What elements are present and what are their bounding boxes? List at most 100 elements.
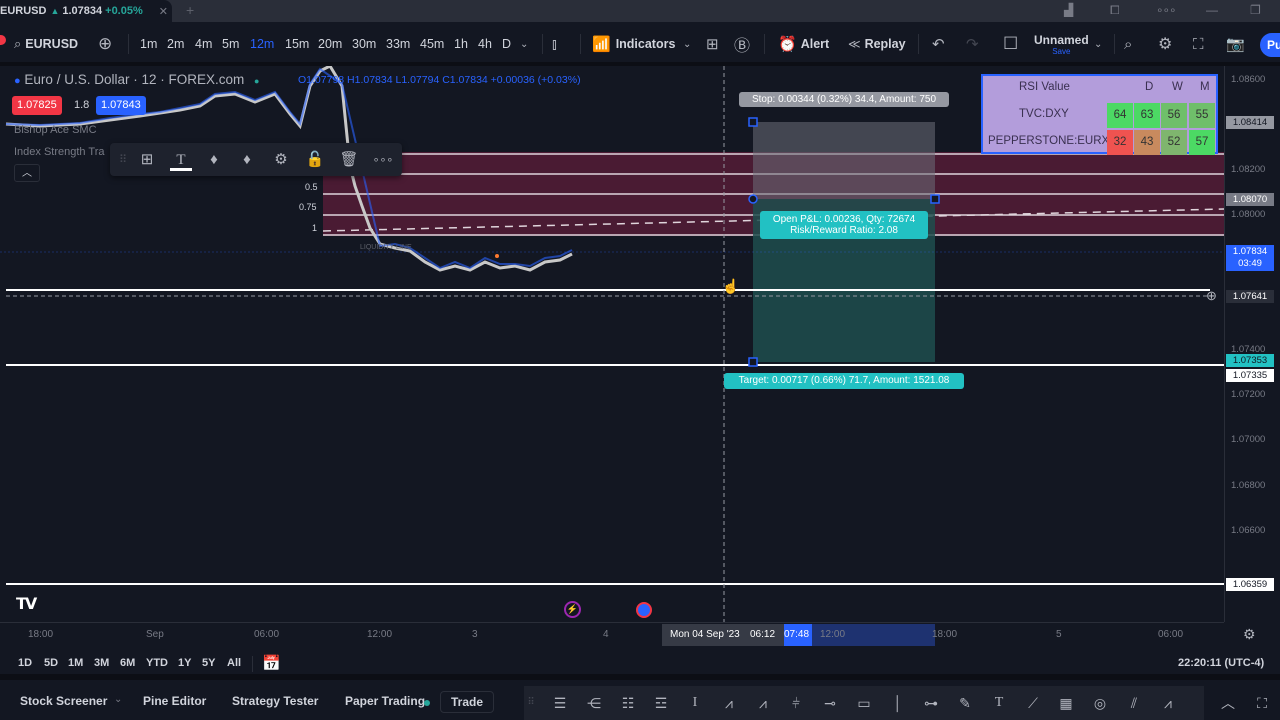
timeframe-4m[interactable]: 4m	[195, 22, 212, 66]
candles-chart-type-icon[interactable]: ⫾	[552, 22, 557, 66]
snapshot-camera-icon[interactable]: 📷	[1226, 22, 1245, 66]
text-color-icon[interactable]: T	[170, 149, 192, 171]
settings-gear-icon[interactable]: ⚙	[1158, 22, 1172, 66]
range-YTD[interactable]: YTD	[146, 657, 168, 669]
screen-share-icon[interactable]: ⧠	[1110, 3, 1120, 18]
axis-settings-icon[interactable]: ⚙	[1243, 626, 1256, 643]
parallel-channel-icon[interactable]: ⫽	[1122, 693, 1146, 713]
fib-speed-icon[interactable]: I	[683, 693, 707, 713]
price-axis[interactable]: 1.08600 1.08414 1.08200 1.08070 1.08000 …	[1224, 66, 1280, 622]
circle-icon[interactable]: ◎	[1088, 693, 1112, 713]
tab-pine-editor[interactable]: Pine Editor	[143, 694, 206, 708]
timeframe-33m[interactable]: 33m	[386, 22, 410, 66]
range-5D[interactable]: 5D	[44, 657, 58, 669]
fib-time-zone-icon[interactable]: ☲	[649, 693, 673, 713]
time-axis[interactable]: 18:00 Sep 06:00 12:00 3 4 Mon 04 Sep '23…	[0, 622, 1280, 648]
path-icon[interactable]: ⩘	[1156, 693, 1180, 713]
fill-color-icon[interactable]: ♦	[203, 149, 225, 171]
replay-button[interactable]: ≪ Replay	[848, 22, 906, 66]
lightning-event-icon[interactable]: ⚡	[564, 601, 581, 618]
indicator-label-bishop[interactable]: Bishop Ace SMC	[14, 124, 97, 136]
timeframe-15m[interactable]: 15m	[285, 22, 309, 66]
tab-paper-trading[interactable]: Paper Trading	[345, 694, 425, 708]
symbol-search-button[interactable]: ⌕ EURUSD	[14, 22, 78, 66]
quick-search-icon[interactable]: ⌕	[1124, 22, 1132, 66]
buy-price-button[interactable]: 1.07843	[96, 96, 146, 115]
trend-based-fib-icon[interactable]: ⋲	[582, 693, 606, 713]
horizontal-ray-icon[interactable]: ⊸	[818, 693, 842, 713]
range-6M[interactable]: 6M	[120, 657, 135, 669]
minimize-icon[interactable]: —	[1206, 3, 1218, 17]
range-1D[interactable]: 1D	[18, 657, 32, 669]
layout-save-link[interactable]: Save	[1034, 47, 1089, 56]
background-color-icon[interactable]: ♦	[236, 149, 258, 171]
restore-icon[interactable]: ❐	[1250, 3, 1261, 17]
badge-b-icon[interactable]: Ⓑ	[734, 22, 750, 66]
drag-handle-icon[interactable]: ⠿	[112, 149, 134, 171]
layout-name-button[interactable]: Unnamed Save	[1034, 33, 1089, 56]
tradingview-logo-icon[interactable]: 𝗧𝗩	[16, 594, 37, 614]
more-options-icon[interactable]: ∘∘∘	[372, 149, 394, 171]
symbol-legend[interactable]: ● Euro / U.S. Dollar · 12 · FOREX.com ●	[14, 72, 259, 87]
abcd-pattern-icon[interactable]: ⩘	[717, 693, 741, 713]
timeframe-30m[interactable]: 30m	[352, 22, 376, 66]
layout-icon[interactable]: ☐	[1003, 22, 1018, 66]
alert-button[interactable]: ⏰ Alert	[778, 22, 829, 66]
fib-channel-icon[interactable]: ☷	[616, 693, 640, 713]
text-icon[interactable]: T	[987, 693, 1011, 713]
undo-icon[interactable]: ↶	[932, 22, 945, 66]
redo-icon[interactable]: ↷	[966, 22, 979, 66]
fib-retracement-icon[interactable]: ☰	[548, 693, 572, 713]
more-icon[interactable]: ∘∘∘	[1156, 3, 1177, 17]
economic-event-icon[interactable]	[636, 602, 652, 618]
unlock-icon[interactable]: 🔓	[304, 149, 326, 171]
trash-icon[interactable]: 🗑	[338, 149, 360, 171]
candles-pattern-icon[interactable]: ⫩	[784, 693, 808, 713]
stock-screener-dropdown-icon[interactable]: ⌄	[114, 694, 122, 705]
timeframe-1m[interactable]: 1m	[140, 22, 157, 66]
go-to-date-calendar-icon[interactable]: 📅	[262, 654, 281, 672]
tab-strategy-tester[interactable]: Strategy Tester	[232, 694, 318, 708]
clock-timezone[interactable]: 22:20:11 (UTC-4)	[1178, 657, 1264, 669]
timeframe-D[interactable]: D	[502, 22, 511, 66]
indicator-label-index-strength[interactable]: Index Strength Tra	[14, 146, 105, 158]
timeframe-12m[interactable]: 12m	[250, 22, 274, 66]
gann-box-icon[interactable]: ▦	[1054, 693, 1078, 713]
timeframe-5m[interactable]: 5m	[222, 22, 239, 66]
drag-handle-icon[interactable]: ⠿	[526, 693, 536, 713]
range-1Y[interactable]: 1Y	[178, 657, 191, 669]
tab-stock-screener[interactable]: Stock Screener	[20, 694, 107, 708]
new-tab-icon[interactable]: +	[186, 2, 194, 18]
close-tab-icon[interactable]: ✕	[159, 5, 168, 18]
range-3M[interactable]: 3M	[94, 657, 109, 669]
range-1M[interactable]: 1M	[68, 657, 83, 669]
indicators-button[interactable]: 📶 Indicators	[592, 22, 675, 66]
chart-layout-icon[interactable]: ▟	[1064, 3, 1073, 17]
rectangle-icon[interactable]: ▭	[852, 693, 876, 713]
layout-dropdown-icon[interactable]: ⌄	[1094, 22, 1102, 66]
fullscreen-icon[interactable]: ⛶	[1193, 22, 1204, 66]
symbol-tab[interactable]: EURUSD ▲ 1.07834 +0.05% ✕	[0, 0, 172, 22]
settings-icon[interactable]: ⚙	[270, 149, 292, 171]
timeframe-45m[interactable]: 45m	[420, 22, 444, 66]
tab-trade[interactable]: Trade	[440, 691, 495, 713]
compare-add-icon[interactable]: ⊕	[98, 22, 112, 66]
range-All[interactable]: All	[227, 657, 241, 669]
templates-icon[interactable]: ⊞	[136, 149, 158, 171]
trend-line-icon[interactable]: ⟋	[1021, 693, 1045, 713]
xabcd-pattern-icon[interactable]: ⩘	[751, 693, 775, 713]
cross-line-icon[interactable]: ⊶	[919, 693, 943, 713]
timeframe-4h[interactable]: 4h	[478, 22, 492, 66]
maximize-panel-icon[interactable]: ⛶	[1250, 693, 1274, 713]
range-5Y[interactable]: 5Y	[202, 657, 215, 669]
add-alert-plus-icon[interactable]: ⊕	[1206, 288, 1217, 304]
timeframe-20m[interactable]: 20m	[318, 22, 342, 66]
brush-icon[interactable]: ✎	[953, 693, 977, 713]
templates-icon[interactable]: ⊞	[706, 22, 719, 66]
publish-button[interactable]: Pu	[1260, 33, 1280, 57]
timeframe-1h[interactable]: 1h	[454, 22, 468, 66]
collapse-legend-button[interactable]: ︿	[14, 164, 40, 182]
timeframe-2m[interactable]: 2m	[167, 22, 184, 66]
indicators-dropdown-icon[interactable]: ⌄	[683, 22, 691, 66]
timeframe-dropdown-icon[interactable]: ⌄	[520, 22, 528, 66]
